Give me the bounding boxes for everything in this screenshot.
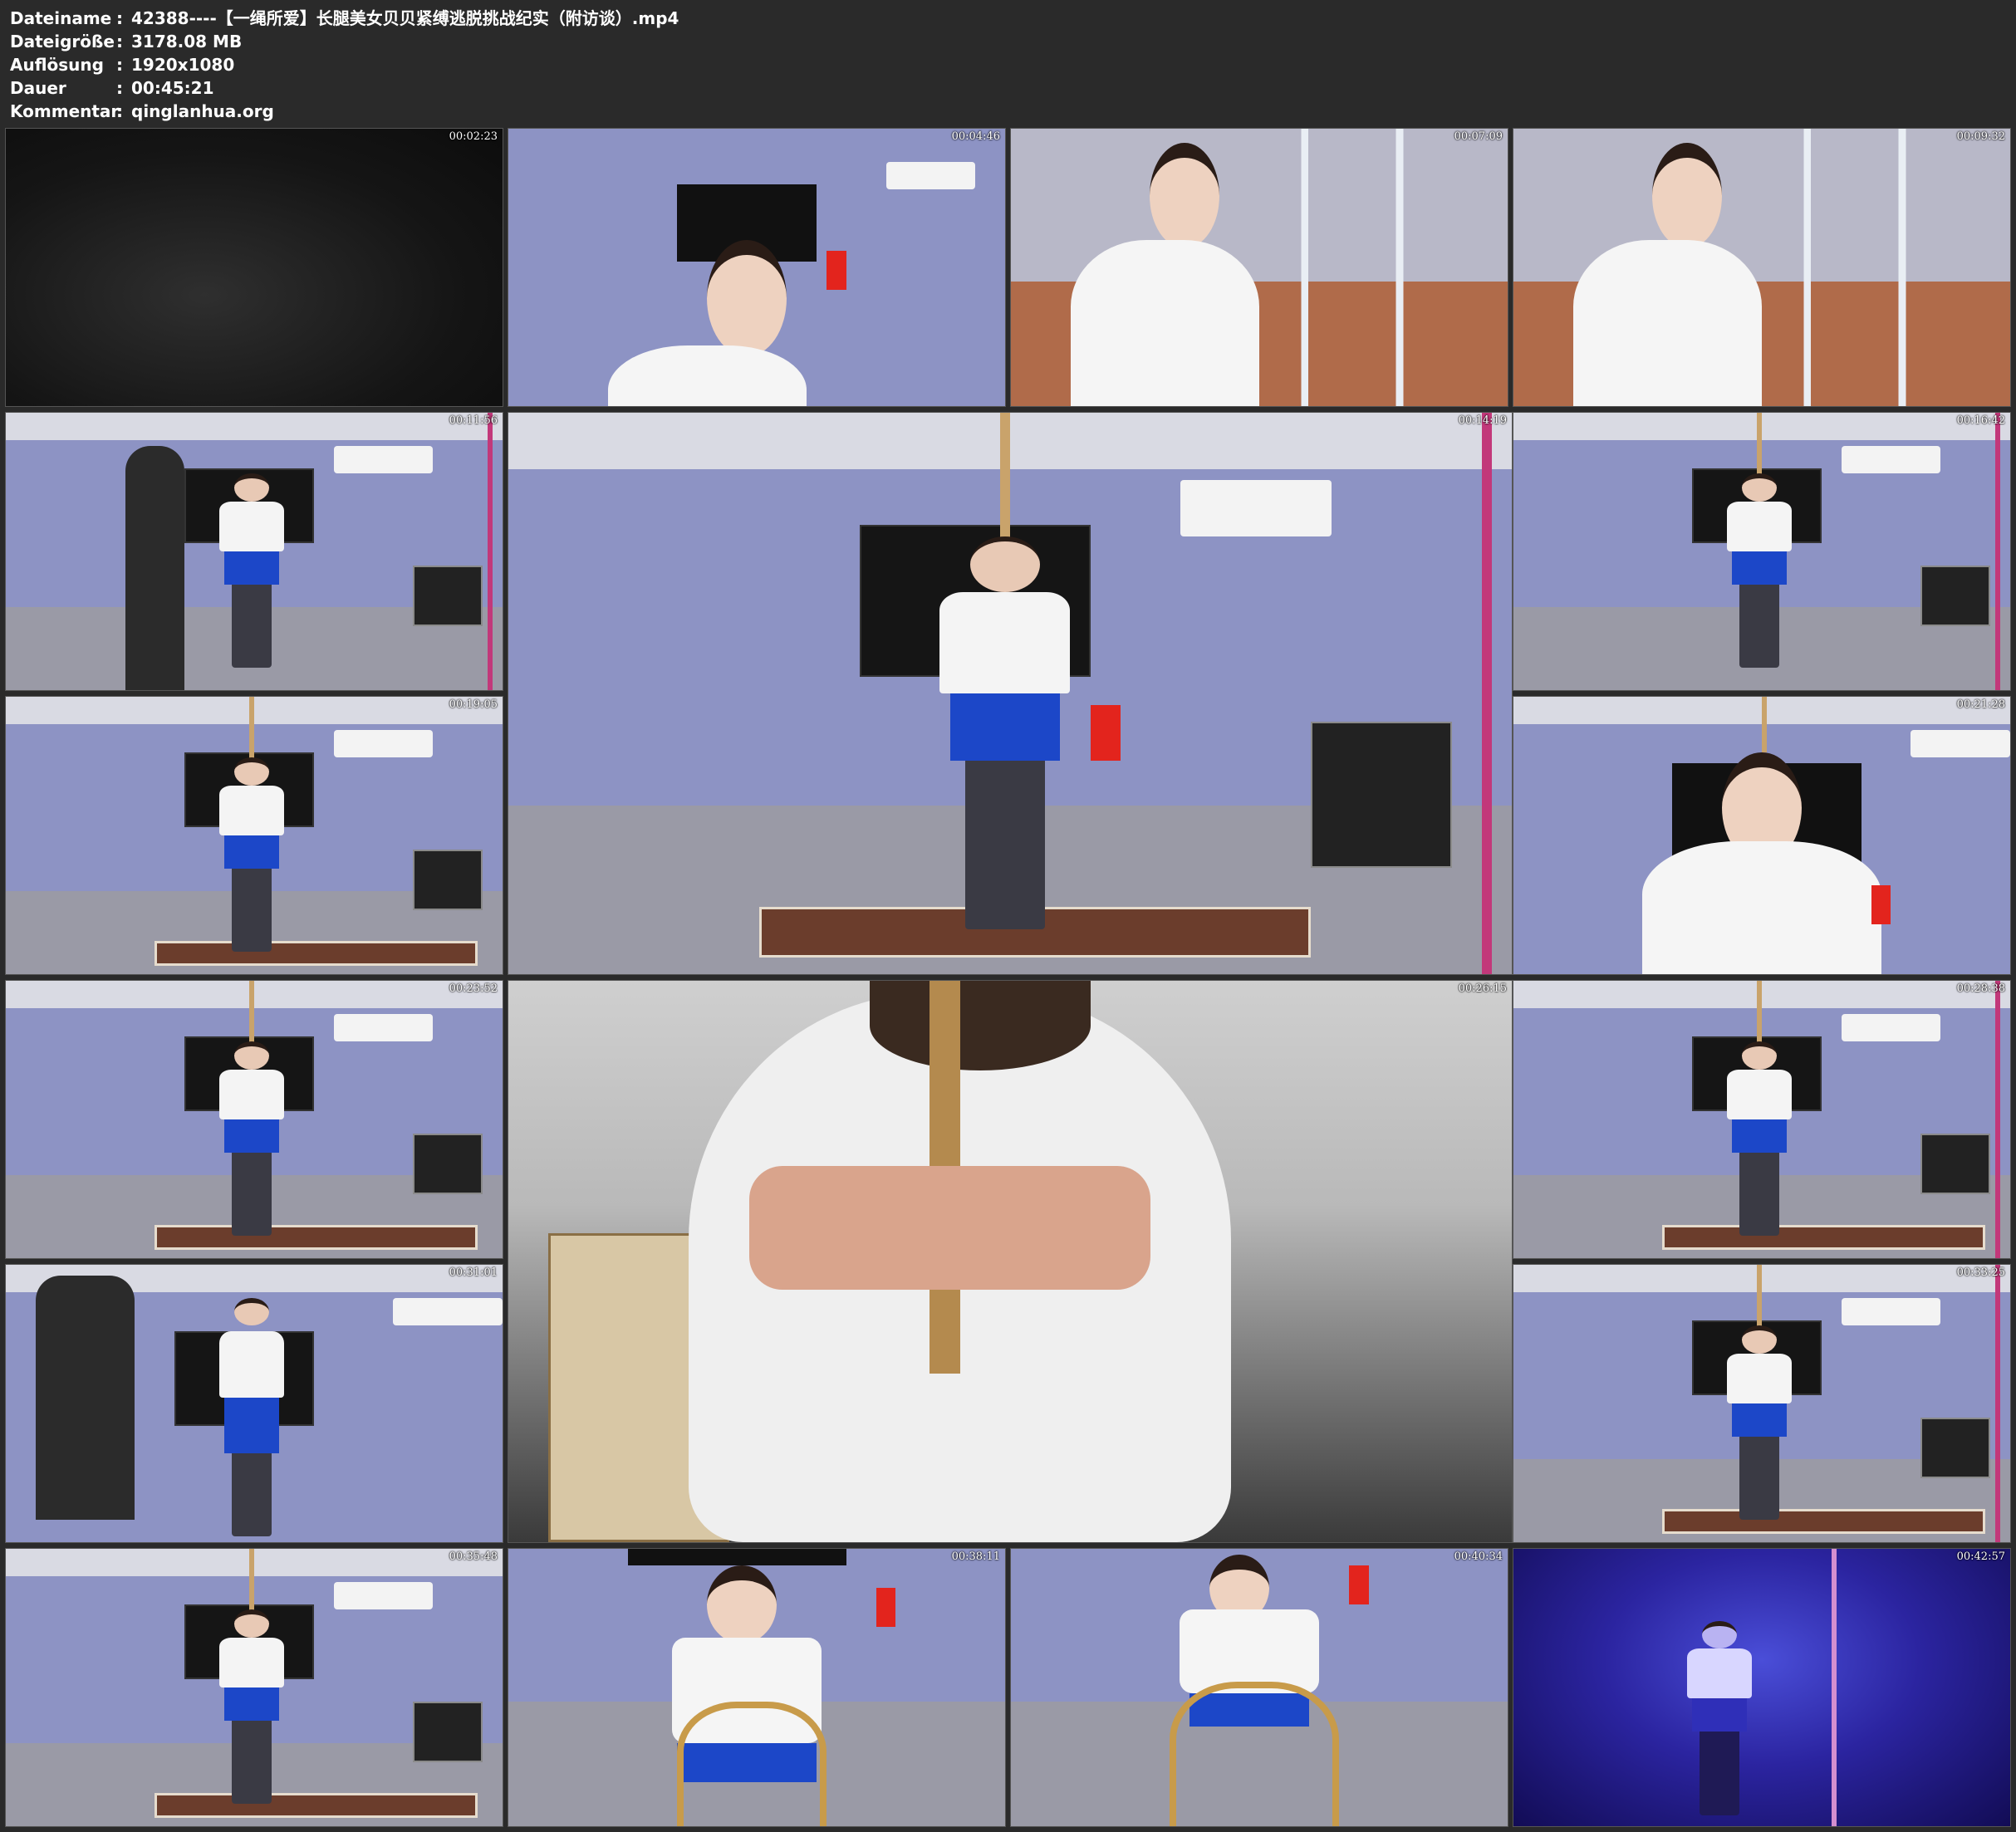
thumbnail-timestamp: 00:28:38: [1956, 982, 2005, 995]
thumbnail-1[interactable]: 00:02:23: [5, 128, 503, 407]
info-value-duration: 00:45:21: [131, 78, 214, 98]
thumbnail-14[interactable]: 00:33:25: [1513, 1264, 2011, 1543]
thumbnail-15[interactable]: 00:35:48: [5, 1548, 503, 1827]
thumbnail-timestamp: 00:42:57: [1956, 1550, 2005, 1563]
thumbnail-image: [508, 1549, 1005, 1826]
thumbnail-timestamp: 00:31:01: [449, 1266, 498, 1279]
thumbnail-timestamp: 00:19:05: [449, 698, 498, 711]
thumbnail-image: [6, 413, 503, 690]
thumbnail-image: [1513, 697, 2010, 974]
info-value-resolution: 1920x1080: [131, 55, 235, 75]
thumbnail-2[interactable]: 00:04:46: [508, 128, 1006, 407]
thumbnail-image: [1513, 413, 2010, 690]
thumbnail-18[interactable]: 00:42:57: [1513, 1548, 2011, 1827]
thumbnail-9[interactable]: 00:21:28: [1513, 696, 2011, 975]
thumbnail-timestamp: 00:21:28: [1956, 698, 2005, 711]
thumbnail-13[interactable]: 00:31:01: [5, 1264, 503, 1543]
thumbnail-timestamp: 00:26:15: [1458, 982, 1507, 995]
thumbnail-image: [508, 129, 1005, 406]
thumbnail-timestamp: 00:07:09: [1454, 130, 1503, 143]
thumbnail-timestamp: 00:35:48: [449, 1550, 498, 1563]
thumbnail-image: [1513, 981, 2010, 1258]
thumbnail-timestamp: 00:14:19: [1458, 414, 1507, 427]
thumbnail-image: [1011, 129, 1508, 406]
thumbnail-6[interactable]: 00:14:19: [508, 412, 1513, 975]
thumbnail-timestamp: 00:11:56: [449, 414, 498, 427]
thumbnail-timestamp: 00:38:11: [951, 1550, 1000, 1563]
thumbnail-grid: 00:02:23 00:04:46 00:07:09 00:09:32 00:1…: [0, 125, 2016, 1832]
thumbnail-8[interactable]: 00:19:05: [5, 696, 503, 975]
thumbnail-11[interactable]: 00:26:15: [508, 980, 1513, 1543]
info-label: Auflösung: [10, 55, 104, 75]
info-value-filename: 42388----【一绳所爱】长腿美女贝贝紧缚逃脱挑战纪实（附访谈）.mp4: [131, 8, 679, 28]
info-label: Dauer: [10, 78, 66, 98]
thumbnail-timestamp: 00:04:46: [951, 130, 1000, 143]
thumbnail-7[interactable]: 00:16:42: [1513, 412, 2011, 691]
thumbnail-timestamp: 00:33:25: [1956, 1266, 2005, 1279]
thumbnail-image: [6, 697, 503, 974]
thumbnail-timestamp: 00:16:42: [1956, 414, 2005, 427]
thumbnail-12[interactable]: 00:28:38: [1513, 980, 2011, 1259]
thumbnail-10[interactable]: 00:23:52: [5, 980, 503, 1259]
thumbnail-5[interactable]: 00:11:56: [5, 412, 503, 691]
thumbnail-image: [508, 981, 1512, 1542]
thumbnail-16[interactable]: 00:38:11: [508, 1548, 1006, 1827]
thumbnail-timestamp: 00:23:52: [449, 982, 498, 995]
thumbnail-timestamp: 00:09:32: [1956, 130, 2005, 143]
thumbnail-image: [508, 413, 1512, 974]
thumbnail-timestamp: 00:40:34: [1454, 1550, 1503, 1563]
thumbnail-image: [6, 1265, 503, 1542]
info-label: Dateigröße: [10, 32, 115, 51]
info-label: Dateiname: [10, 8, 112, 28]
thumbnail-image: [6, 129, 503, 406]
thumbnail-3[interactable]: 00:07:09: [1010, 128, 1508, 407]
thumbnail-timestamp: 00:02:23: [449, 130, 498, 143]
info-label: Kommentar: [10, 101, 120, 121]
thumbnail-image: [1513, 1265, 2010, 1542]
thumbnail-image: [6, 1549, 503, 1826]
info-value-filesize: 3178.08 MB: [131, 32, 243, 51]
thumbnail-image: [1513, 1549, 2010, 1826]
thumbnail-4[interactable]: 00:09:32: [1513, 128, 2011, 407]
info-value-comment: qinglanhua.org: [131, 101, 274, 121]
file-info-panel: Dateiname : 42388----【一绳所爱】长腿美女贝贝紧缚逃脱挑战纪…: [10, 7, 2004, 121]
thumbnail-image: [1513, 129, 2010, 406]
thumbnail-17[interactable]: 00:40:34: [1010, 1548, 1508, 1827]
thumbnail-image: [6, 981, 503, 1258]
thumbnail-image: [1011, 1549, 1508, 1826]
